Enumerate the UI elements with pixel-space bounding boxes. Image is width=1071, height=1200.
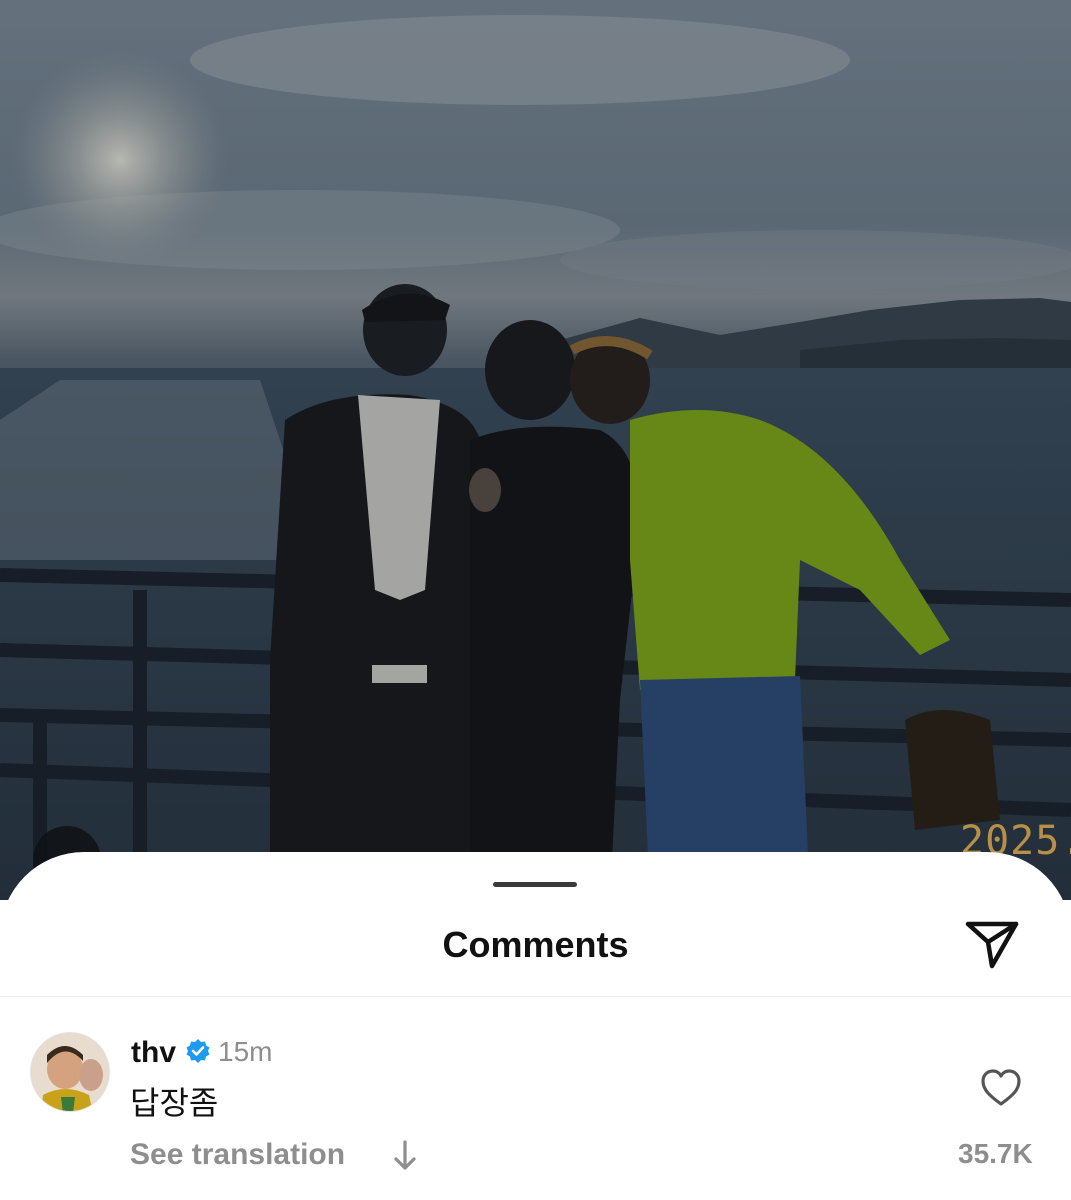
heart-outline-icon xyxy=(981,1069,1021,1106)
sheet-title: Comments xyxy=(442,924,629,965)
photo-dim-overlay xyxy=(0,0,1071,900)
arrow-down-icon[interactable] xyxy=(392,1138,418,1172)
comment-timestamp: 15m xyxy=(218,1036,273,1067)
avatar[interactable] xyxy=(30,1032,110,1112)
paper-plane-icon xyxy=(965,921,1019,969)
comment-item: thv 15m 답장좀 See translation 35.7K xyxy=(0,1028,1071,1178)
comments-sheet: Comments thv 15m 답장좀 See translation 35.… xyxy=(0,852,1071,1200)
see-translation-link[interactable]: See translation xyxy=(130,1138,345,1172)
comment-username[interactable]: thv xyxy=(131,1036,176,1070)
share-button[interactable] xyxy=(962,914,1022,970)
like-count: 35.7K xyxy=(958,1138,1033,1169)
comment-text: 답장좀 xyxy=(130,1085,219,1121)
sheet-grabber-handle[interactable] xyxy=(493,882,577,887)
header-divider xyxy=(0,996,1071,997)
avatar-image xyxy=(31,1033,109,1111)
post-photo: 2025. xyxy=(0,0,1071,900)
verified-badge-icon xyxy=(186,1039,210,1063)
like-button[interactable] xyxy=(980,1068,1022,1108)
